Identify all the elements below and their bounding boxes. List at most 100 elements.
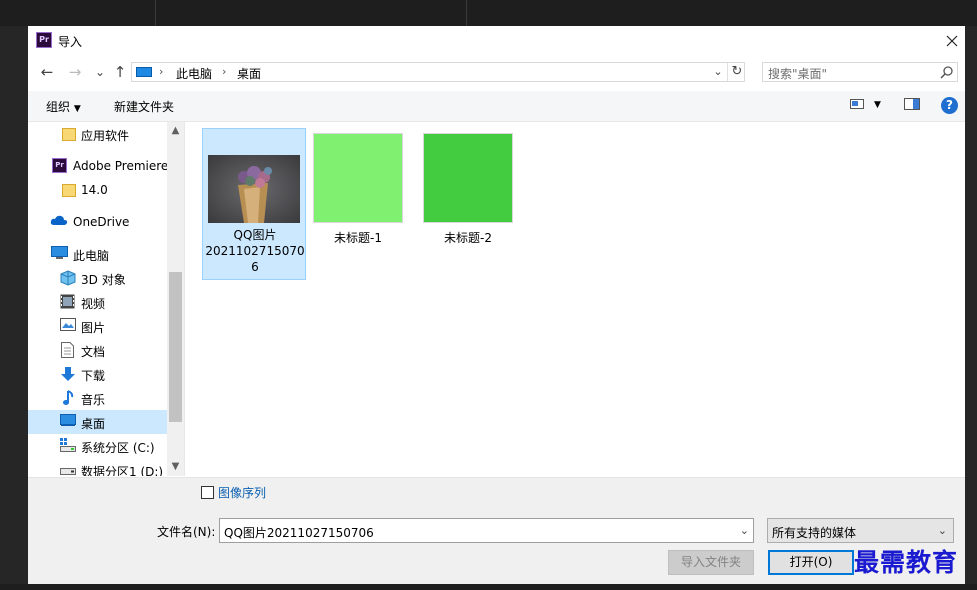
open-button[interactable]: 打开(O) bbox=[768, 550, 854, 575]
watermark-logo: 最需教育 bbox=[854, 548, 959, 577]
sidebar-item-label: 下载 bbox=[81, 369, 106, 383]
video-icon bbox=[60, 294, 75, 309]
sidebar-item-drive-d[interactable]: 数据分区1 (D:) bbox=[28, 458, 167, 476]
color-thumbnail bbox=[423, 133, 513, 223]
breadcrumb-desktop[interactable]: 桌面 bbox=[237, 65, 261, 82]
view-dropdown-icon[interactable]: ▼ bbox=[874, 100, 881, 110]
image-sequence-label[interactable]: 图像序列 bbox=[218, 484, 266, 501]
search-box[interactable]: 搜索"桌面" bbox=[762, 62, 958, 82]
recent-locations-button[interactable]: ⌄ bbox=[90, 62, 110, 82]
file-list: QQ图片 2021102715070 6 未标题-1 未标题-2 bbox=[185, 122, 965, 476]
sidebar-item-label: 视频 bbox=[81, 297, 106, 311]
sidebar-item-pictures[interactable]: 图片 bbox=[28, 314, 167, 338]
music-icon bbox=[63, 390, 74, 405]
search-input[interactable]: 搜索"桌面" bbox=[768, 65, 827, 82]
sidebar-item-documents[interactable]: 文档 bbox=[28, 338, 167, 362]
sidebar-item-label: 图片 bbox=[81, 321, 106, 335]
file-name-line: QQ图片 bbox=[233, 228, 277, 242]
background-app-bottom bbox=[0, 584, 977, 590]
sidebar-item-label: 音乐 bbox=[81, 393, 106, 407]
import-dialog: Pr 导入 ← → ⌄ ↑ › 此电脑 › 桌面 ⌄ ↻ 搜索"桌面" 组织 ▼… bbox=[28, 26, 965, 584]
command-toolbar: 组织 ▼ 新建文件夹 ▼ ? bbox=[28, 91, 965, 122]
address-dropdown-button[interactable]: ⌄ bbox=[710, 64, 726, 80]
sidebar-item-label: 数据分区1 (D:) bbox=[81, 465, 164, 476]
background-app-header bbox=[0, 0, 977, 26]
sidebar-item-downloads[interactable]: 下载 bbox=[28, 362, 167, 386]
dialog-footer: 图像序列 文件名(N): QQ图片20211027150706 ⌄ 所有支持的媒… bbox=[28, 477, 965, 584]
sidebar-item-videos[interactable]: 视频 bbox=[28, 290, 167, 314]
organize-button[interactable]: 组织 ▼ bbox=[46, 98, 81, 115]
help-icon[interactable]: ? bbox=[941, 97, 958, 114]
filetype-select[interactable]: 所有支持的媒体 ⌄ bbox=[767, 518, 954, 543]
background-panel bbox=[156, 0, 467, 26]
file-name: 未标题-1 bbox=[334, 231, 382, 245]
preview-pane-button[interactable] bbox=[904, 98, 920, 113]
premiere-icon: Pr bbox=[52, 158, 67, 173]
title-bar: Pr 导入 bbox=[28, 26, 965, 56]
pc-icon bbox=[136, 67, 152, 77]
documents-icon bbox=[61, 342, 74, 358]
scroll-down-icon[interactable]: ▼ bbox=[167, 458, 184, 475]
back-button[interactable]: ← bbox=[37, 62, 57, 82]
chevron-down-icon[interactable]: ⌄ bbox=[740, 524, 749, 537]
sidebar-item-label: OneDrive bbox=[73, 215, 130, 229]
sidebar-item-label: 文档 bbox=[81, 345, 106, 359]
flower-bouquet-image bbox=[208, 155, 300, 223]
background-panel bbox=[0, 0, 156, 26]
sidebar-item-this-pc[interactable]: 此电脑 bbox=[28, 242, 167, 266]
sidebar-item-label: 桌面 bbox=[81, 417, 106, 431]
sidebar-item-label: 此电脑 bbox=[73, 249, 110, 263]
background-app-right bbox=[965, 26, 977, 590]
scroll-up-icon[interactable]: ▲ bbox=[167, 122, 184, 139]
view-icon bbox=[850, 99, 864, 109]
new-folder-button[interactable]: 新建文件夹 bbox=[114, 98, 174, 115]
preview-pane-icon bbox=[904, 98, 920, 110]
pictures-icon bbox=[60, 318, 76, 331]
sidebar-item-label: 14.0 bbox=[81, 183, 108, 197]
folder-icon bbox=[62, 128, 76, 141]
sidebar-scrollbar[interactable]: ▲ ▼ bbox=[167, 122, 184, 476]
sidebar-item-drive-c[interactable]: 系统分区 (C:) bbox=[28, 434, 167, 458]
navigation-bar: ← → ⌄ ↑ › 此电脑 › 桌面 ⌄ ↻ 搜索"桌面" bbox=[28, 59, 965, 87]
close-button[interactable] bbox=[941, 30, 963, 52]
breadcrumb-this-pc[interactable]: 此电脑 bbox=[176, 65, 212, 82]
pc-icon bbox=[51, 246, 68, 259]
file-item-qq-image[interactable]: QQ图片 2021102715070 6 bbox=[202, 128, 306, 280]
chevron-right-icon: › bbox=[222, 65, 227, 78]
file-item-untitled-1[interactable]: 未标题-1 bbox=[313, 128, 422, 258]
3d-objects-icon bbox=[60, 270, 76, 286]
dialog-title: 导入 bbox=[58, 35, 83, 49]
scrollbar-thumb[interactable] bbox=[169, 272, 182, 422]
chevron-down-icon: ⌄ bbox=[937, 524, 947, 537]
sidebar-item-music[interactable]: 音乐 bbox=[28, 386, 167, 410]
sidebar-item-desktop[interactable]: 桌面 bbox=[28, 410, 167, 434]
file-item-untitled-2[interactable]: 未标题-2 bbox=[423, 128, 532, 258]
up-button[interactable]: ↑ bbox=[110, 62, 130, 82]
chevron-right-icon: › bbox=[159, 65, 164, 78]
address-bar[interactable]: › 此电脑 › 桌面 ⌄ ↻ bbox=[131, 62, 745, 82]
import-folder-button[interactable]: 导入文件夹 bbox=[668, 550, 754, 575]
download-icon bbox=[61, 367, 75, 381]
view-options-button[interactable] bbox=[850, 98, 864, 113]
organize-label: 组织 bbox=[46, 100, 71, 114]
file-name: 未标题-2 bbox=[444, 231, 492, 245]
color-thumbnail bbox=[313, 133, 403, 223]
image-sequence-checkbox[interactable] bbox=[201, 486, 214, 499]
navigation-pane: 应用软件 Pr Adobe Premiere 14.0 OneDrive 此电脑 bbox=[28, 122, 185, 476]
filename-label: 文件名(N): bbox=[157, 525, 216, 539]
sidebar-item-14-0[interactable]: 14.0 bbox=[28, 178, 167, 202]
filename-input[interactable]: QQ图片20211027150706 ⌄ bbox=[219, 518, 754, 543]
sidebar-item-label: 系统分区 (C:) bbox=[81, 441, 155, 455]
photo-thumbnail bbox=[208, 155, 300, 223]
sidebar-item-adobe-premiere[interactable]: Pr Adobe Premiere bbox=[28, 154, 168, 178]
refresh-button[interactable]: ↻ bbox=[727, 63, 746, 81]
forward-button[interactable]: → bbox=[65, 62, 85, 82]
caret-down-icon: ▼ bbox=[73, 104, 81, 114]
sidebar-item-apps[interactable]: 应用软件 bbox=[28, 122, 167, 146]
filetype-value: 所有支持的媒体 bbox=[772, 526, 857, 540]
sidebar-item-3d-objects[interactable]: 3D 对象 bbox=[28, 266, 167, 290]
search-icon[interactable] bbox=[939, 64, 955, 80]
close-icon bbox=[946, 35, 958, 47]
sidebar-item-onedrive[interactable]: OneDrive bbox=[28, 210, 167, 234]
background-app-left bbox=[0, 26, 28, 590]
